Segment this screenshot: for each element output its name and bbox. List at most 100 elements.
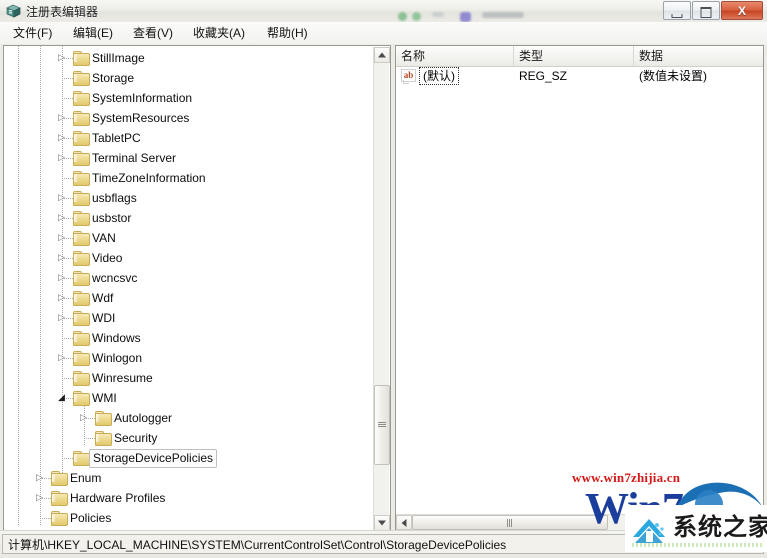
- tree-item-label[interactable]: Policies: [70, 510, 111, 526]
- scroll-left-button[interactable]: [396, 515, 412, 530]
- folder-icon: [51, 471, 68, 486]
- close-button[interactable]: X: [721, 1, 763, 20]
- column-header-data[interactable]: 数据: [634, 46, 763, 66]
- menu-view[interactable]: 查看(V): [128, 25, 178, 41]
- folder-icon: [73, 351, 90, 366]
- chevron-right-icon[interactable]: ▷: [58, 193, 65, 202]
- tree-item-label[interactable]: Hardware Profiles: [70, 490, 165, 506]
- tree-vertical-scrollbar[interactable]: [373, 47, 390, 530]
- tree-item-label[interactable]: Video: [92, 250, 122, 266]
- menu-edit[interactable]: 编辑(E): [68, 25, 118, 41]
- tree-scroll-thumb[interactable]: [374, 385, 390, 465]
- column-header-type[interactable]: 类型: [514, 46, 634, 66]
- registry-tree-pane[interactable]: ▷ StillImage Storage SystemInformation ▷ Syst…: [3, 45, 391, 531]
- tree-item[interactable]: ▷ Wdf: [4, 288, 374, 308]
- tree-item[interactable]: ▷ Winlogon: [4, 348, 374, 368]
- chevron-right-icon[interactable]: ▷: [58, 233, 65, 242]
- tree-item-label[interactable]: Winresume: [92, 370, 153, 386]
- tree-item-label[interactable]: Enum: [70, 470, 101, 486]
- tree-item[interactable]: Windows: [4, 328, 374, 348]
- chevron-right-icon[interactable]: ▷: [58, 313, 65, 322]
- titlebar-artifact-4: [460, 12, 471, 22]
- tree-item[interactable]: ▷ wcncsvc: [4, 268, 374, 288]
- chevron-right-icon[interactable]: ▷: [58, 353, 65, 362]
- minimize-button[interactable]: [663, 1, 691, 20]
- menu-help[interactable]: 帮助(H): [262, 25, 313, 41]
- title-bar[interactable]: 注册表编辑器 X: [0, 0, 767, 23]
- tree-item[interactable]: Storage: [4, 68, 374, 88]
- tree-item-label[interactable]: TabletPC: [92, 130, 141, 146]
- tree-item-label[interactable]: SystemResources: [92, 110, 189, 126]
- chevron-right-icon[interactable]: ▷: [36, 473, 43, 482]
- chevron-right-icon[interactable]: ▷: [58, 213, 65, 222]
- chevron-right-icon[interactable]: ▷: [58, 53, 65, 62]
- tree-item[interactable]: Policies: [4, 508, 374, 528]
- registry-tree[interactable]: ▷ StillImage Storage SystemInformation ▷ Syst…: [4, 46, 374, 530]
- table-row[interactable]: ab (默认) REG_SZ (数值未设置): [396, 66, 763, 86]
- tree-item-label[interactable]: Autologger: [114, 410, 172, 426]
- tree-item[interactable]: ▷ usbstor: [4, 208, 374, 228]
- tree-item[interactable]: ▷ Terminal Server: [4, 148, 374, 168]
- tree-item-label[interactable]: Storage: [92, 70, 134, 86]
- triangle-up-icon: [378, 52, 386, 58]
- maximize-button[interactable]: [692, 1, 720, 20]
- status-path: 计算机\HKEY_LOCAL_MACHINE\SYSTEM\CurrentCon…: [8, 538, 507, 552]
- scroll-down-button[interactable]: [374, 515, 390, 530]
- tree-item-label[interactable]: usbstor: [92, 210, 131, 226]
- tree-item[interactable]: ▷ Enum: [4, 468, 374, 488]
- chevron-right-icon[interactable]: ▷: [80, 413, 87, 422]
- chevron-down-icon[interactable]: ◢: [58, 393, 65, 402]
- chevron-right-icon[interactable]: ▷: [58, 113, 65, 122]
- folder-icon: [51, 491, 68, 506]
- tree-item-label[interactable]: VAN: [92, 230, 116, 246]
- menu-favorites[interactable]: 收藏夹(A): [188, 25, 250, 41]
- value-name[interactable]: (默认): [419, 67, 459, 85]
- folder-icon: [73, 71, 90, 86]
- tree-item[interactable]: SystemInformation: [4, 88, 374, 108]
- tree-item-label[interactable]: wcncsvc: [92, 270, 137, 286]
- tree-item-label-selected[interactable]: StorageDevicePolicies: [89, 449, 218, 468]
- tree-item[interactable]: ▷ Hardware Profiles: [4, 488, 374, 508]
- tree-item[interactable]: ▷ SystemResources: [4, 108, 374, 128]
- folder-icon: [73, 151, 90, 166]
- tree-item[interactable]: Security: [4, 428, 374, 448]
- values-scroll-thumb[interactable]: [412, 515, 608, 530]
- chevron-right-icon[interactable]: ▷: [58, 293, 65, 302]
- tree-item[interactable]: ▷ Autologger: [4, 408, 374, 428]
- tree-item[interactable]: Winresume: [4, 368, 374, 388]
- chevron-right-icon[interactable]: ▷: [58, 153, 65, 162]
- tree-item-label[interactable]: Wdf: [92, 290, 113, 306]
- chevron-right-icon[interactable]: ▷: [58, 273, 65, 282]
- tree-item-label[interactable]: SystemInformation: [92, 90, 192, 106]
- tree-item[interactable]: ▷ TabletPC: [4, 128, 374, 148]
- tree-item[interactable]: TimeZoneInformation: [4, 168, 374, 188]
- tree-item-label[interactable]: Terminal Server: [92, 150, 176, 166]
- tree-item-label[interactable]: Windows: [92, 330, 141, 346]
- tree-item-label[interactable]: WMI: [92, 390, 117, 406]
- tree-item-label[interactable]: StillImage: [92, 50, 145, 66]
- column-header-name[interactable]: 名称: [396, 46, 514, 66]
- tree-item-label[interactable]: WDI: [92, 310, 115, 326]
- folder-icon: [73, 311, 90, 326]
- tree-item[interactable]: ▷ VAN: [4, 228, 374, 248]
- tree-item[interactable]: ▷ WDI: [4, 308, 374, 328]
- tree-guide-connector: [84, 438, 95, 439]
- menu-file[interactable]: 文件(F): [8, 25, 57, 41]
- tree-item-label[interactable]: usbflags: [92, 190, 137, 206]
- tree-item[interactable]: ◢ WMI: [4, 388, 374, 408]
- chevron-right-icon[interactable]: ▷: [58, 133, 65, 142]
- folder-icon: [73, 171, 90, 186]
- tree-item[interactable]: ▷ StillImage: [4, 48, 374, 68]
- tree-item-label[interactable]: Winlogon: [92, 350, 142, 366]
- values-list-pane[interactable]: 名称 类型 数据 ab (默认) REG_SZ (数值未设置): [395, 45, 764, 531]
- scroll-up-button[interactable]: [374, 47, 390, 63]
- tree-item[interactable]: ▷ usbflags: [4, 188, 374, 208]
- tree-item-label[interactable]: TimeZoneInformation: [92, 170, 206, 186]
- tree-guide-connector: [62, 98, 73, 99]
- chevron-right-icon[interactable]: ▷: [36, 493, 43, 502]
- folder-icon: [73, 331, 90, 346]
- tree-item[interactable]: ▷ Video: [4, 248, 374, 268]
- tree-item[interactable]: StorageDevicePolicies: [4, 448, 374, 468]
- chevron-right-icon[interactable]: ▷: [58, 253, 65, 262]
- tree-item-label[interactable]: Security: [114, 430, 157, 446]
